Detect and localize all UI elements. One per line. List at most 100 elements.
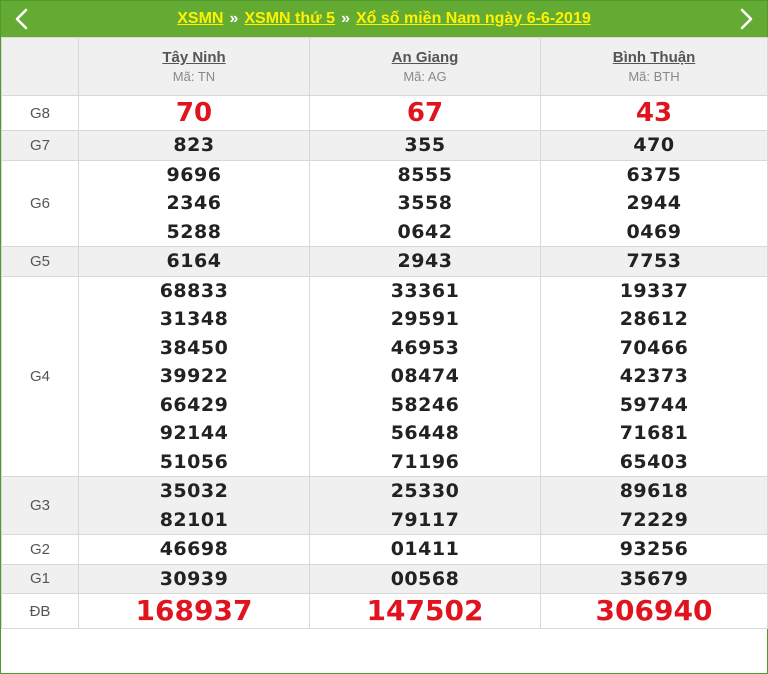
- result-cell: 6375 2944 0469: [540, 159, 768, 247]
- results-panel: XSMN » XSMN thứ 5 » Xổ số miền Nam ngày 6-6-…: [0, 0, 768, 674]
- result-number: 65403: [619, 450, 689, 473]
- prize-label: G6: [1, 159, 79, 247]
- result-number: 8555: [397, 163, 453, 186]
- result-number: 147502: [366, 594, 484, 627]
- result-cell: 67: [309, 95, 541, 131]
- result-cell: 00568: [309, 563, 541, 594]
- result-cell: 35032 82101: [78, 476, 310, 535]
- province-code: Mã: AG: [403, 69, 447, 84]
- province-code: Mã: BTH: [628, 69, 680, 84]
- next-arrow-icon[interactable]: [729, 1, 765, 37]
- result-cell: 30939: [78, 563, 310, 594]
- prize-row: ĐB 168937 147502 306940: [1, 593, 768, 629]
- result-number: 168937: [135, 594, 253, 627]
- prize-row: G8 70 67 43: [1, 95, 768, 131]
- result-cell: 35679: [540, 563, 768, 594]
- prize-row: G1 30939 00568 35679: [1, 563, 768, 594]
- result-cell: 19337 28612 70466 42373 59744 71681 65403: [540, 275, 768, 477]
- result-number: 2943: [397, 250, 453, 272]
- result-number: 82101: [159, 508, 229, 531]
- result-number: 89618: [619, 480, 689, 502]
- result-cell: 2943: [309, 246, 541, 277]
- result-number: 00568: [390, 567, 460, 590]
- result-number: 7753: [626, 250, 682, 272]
- result-number: 51056: [159, 450, 229, 473]
- result-number: 35032: [159, 480, 229, 502]
- result-number: 42373: [619, 365, 689, 387]
- result-cell: 306940: [540, 593, 768, 629]
- result-cell: 93256: [540, 534, 768, 565]
- prize-row: G3 35032 82101 25330 79117 89618 72229: [1, 476, 768, 535]
- result-number: 30939: [159, 567, 229, 590]
- result-number: 5288: [166, 220, 222, 243]
- result-cell: 8555 3558 0642: [309, 159, 541, 247]
- result-number: 35679: [619, 567, 689, 590]
- province-header: Bình Thuận Mã: BTH: [540, 37, 768, 96]
- result-number: 08474: [390, 365, 460, 387]
- result-number: 31348: [159, 308, 229, 330]
- result-number: 46953: [390, 336, 460, 359]
- result-cell: 168937: [78, 593, 310, 629]
- result-cell: 355: [309, 130, 541, 161]
- result-cell: 147502: [309, 593, 541, 629]
- result-number: 2944: [626, 192, 682, 214]
- prize-row: G6 9696 2346 5288 8555 3558 0642 6375 2944 0469: [1, 159, 768, 247]
- prize-row: G7 823 355 470: [1, 130, 768, 161]
- corner-cell: [1, 37, 79, 96]
- result-cell: 6164: [78, 246, 310, 277]
- result-cell: 01411: [309, 534, 541, 565]
- result-number: 6375: [626, 163, 682, 186]
- province-link[interactable]: Tây Ninh: [79, 49, 309, 66]
- breadcrumb-separator: »: [341, 10, 350, 27]
- province-link[interactable]: An Giang: [310, 49, 540, 66]
- result-number: 6164: [166, 250, 222, 272]
- breadcrumb-current-date[interactable]: Xổ số miền Nam ngày 6-6-2019: [356, 10, 591, 27]
- prize-label: ĐB: [1, 593, 79, 629]
- prize-label: G4: [1, 275, 79, 477]
- province-link[interactable]: Bình Thuận: [541, 49, 767, 66]
- result-cell: 7753: [540, 246, 768, 277]
- result-number: 0469: [626, 220, 682, 243]
- prize-row: G4 68833 31348 38450 39922 66429 92144 51056 333…: [1, 275, 768, 477]
- result-number: 71196: [390, 450, 460, 473]
- result-number: 823: [173, 134, 215, 156]
- prize-label: G1: [1, 563, 79, 594]
- result-number: 93256: [619, 538, 689, 560]
- prev-arrow-icon[interactable]: [3, 1, 39, 37]
- result-cell: 46698: [78, 534, 310, 565]
- result-number: 59744: [619, 393, 689, 416]
- table-header-row: Tây Ninh Mã: TN An Giang Mã: AG Bình Thu…: [1, 37, 768, 96]
- prize-label: G8: [1, 95, 79, 131]
- prize-label: G2: [1, 534, 79, 565]
- prize-label: G7: [1, 130, 79, 161]
- result-number: 38450: [159, 336, 229, 359]
- result-number: 79117: [390, 508, 460, 531]
- result-number: 92144: [159, 422, 229, 444]
- province-header: Tây Ninh Mã: TN: [78, 37, 310, 96]
- result-cell: 823: [78, 130, 310, 161]
- result-number: 29591: [390, 308, 460, 330]
- result-cell: 9696 2346 5288: [78, 159, 310, 247]
- result-number: 306940: [595, 594, 713, 627]
- result-number: 25330: [390, 480, 460, 502]
- result-cell: 68833 31348 38450 39922 66429 92144 51056: [78, 275, 310, 477]
- result-number: 9696: [166, 163, 222, 186]
- result-number: 19337: [619, 279, 689, 302]
- province-header: An Giang Mã: AG: [309, 37, 541, 96]
- result-number: 470: [633, 134, 675, 156]
- result-number: 68833: [159, 279, 229, 302]
- breadcrumb-xsmn[interactable]: XSMN: [177, 10, 223, 27]
- result-number: 58246: [390, 393, 460, 416]
- prize-row: G2 46698 01411 93256: [1, 534, 768, 565]
- province-code: Mã: TN: [172, 69, 216, 84]
- breadcrumb: XSMN » XSMN thứ 5 » Xổ số miền Nam ngày 6-6-…: [177, 10, 591, 28]
- result-number: 46698: [159, 538, 229, 560]
- result-number: 0642: [397, 220, 453, 243]
- result-number: 56448: [390, 422, 460, 444]
- breadcrumb-xsmn-thu5[interactable]: XSMN thứ 5: [244, 10, 335, 27]
- result-number: 39922: [159, 365, 229, 387]
- result-number: 355: [404, 134, 446, 156]
- result-number: 3558: [397, 192, 453, 214]
- result-number: 70: [175, 98, 213, 128]
- result-number: 70466: [619, 336, 689, 359]
